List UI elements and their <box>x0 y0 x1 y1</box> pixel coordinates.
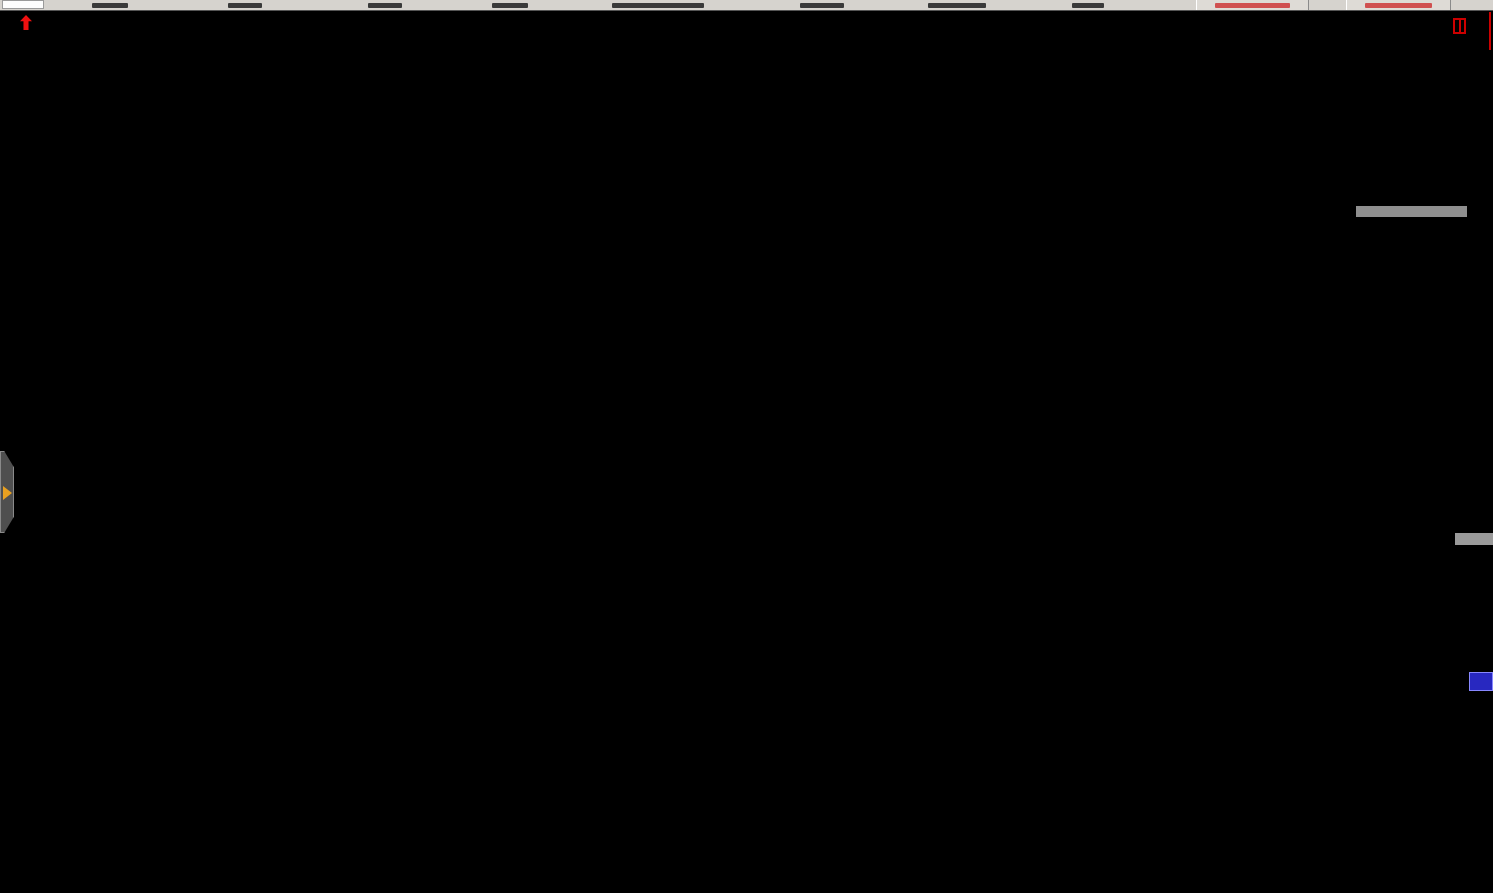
chart-canvas[interactable] <box>0 10 1493 893</box>
menu-item-fragment[interactable] <box>368 3 402 8</box>
menu-item-fragment[interactable] <box>1072 3 1104 8</box>
menu-item-fragment[interactable] <box>492 3 528 8</box>
main-chart-header <box>4 15 94 32</box>
expand-arrow-icon <box>3 486 12 500</box>
trading-app-window <box>0 0 1493 893</box>
measure-bar[interactable] <box>1356 206 1467 217</box>
volume-header <box>3 541 45 558</box>
measure-tooltip <box>1360 219 1467 239</box>
quote-button-2[interactable] <box>1346 0 1451 10</box>
menu-item-fragment[interactable] <box>612 3 704 8</box>
menu-item-fragment[interactable] <box>928 3 986 8</box>
kdj-header <box>3 719 59 736</box>
quote-button-1[interactable] <box>1196 0 1309 10</box>
up-arrow-icon <box>20 15 32 30</box>
menu-item-fragment[interactable] <box>800 3 844 8</box>
right-edge-divider <box>1489 12 1491 50</box>
menu-item-fragment[interactable] <box>92 3 128 8</box>
menu-item-fragment[interactable] <box>228 3 262 8</box>
window-split-icon[interactable] <box>1453 18 1466 34</box>
scrollbar-corner <box>1455 533 1493 545</box>
menu-logo-box[interactable] <box>2 0 44 9</box>
volume-value-badge <box>1469 672 1493 691</box>
